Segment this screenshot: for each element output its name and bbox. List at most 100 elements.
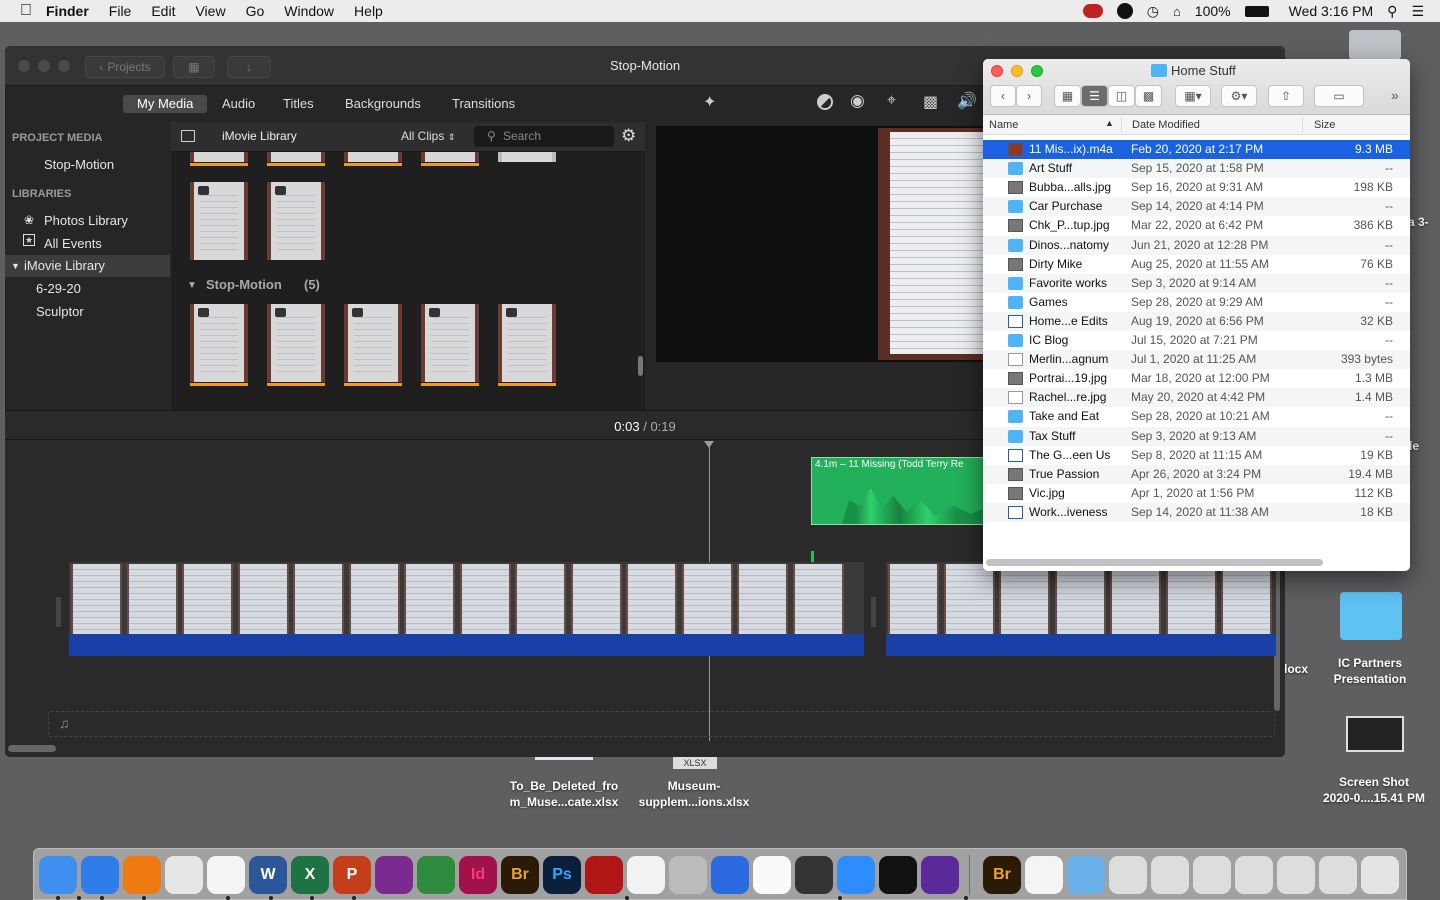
file-row[interactable]: Merlin...agnum Jul 1, 2020 at 11:25 AM 393… (983, 350, 1410, 370)
battery-icon[interactable] (1244, 5, 1269, 17)
desktop-folder-icon[interactable] (1340, 592, 1402, 640)
xcode-icon[interactable] (711, 856, 749, 894)
file-row[interactable]: Work...iveness Sep 14, 2020 at 11:38 AM 18… (983, 502, 1410, 522)
music-well[interactable]: ♫ (48, 711, 1275, 737)
photos-icon[interactable] (207, 856, 245, 894)
zoom-button[interactable] (58, 60, 70, 72)
close-button[interactable] (18, 60, 30, 72)
desktop-partial-label-2[interactable]: le (1409, 438, 1439, 454)
screenshot-icon[interactable] (1319, 856, 1357, 894)
forward-button[interactable]: › (1016, 85, 1042, 107)
sage-icon[interactable] (417, 856, 455, 894)
sidebar-item-imovie-library[interactable]: ▼ iMovie Library (5, 255, 170, 277)
stabilization-icon[interactable]: ▩ (923, 92, 938, 112)
close-button[interactable] (991, 65, 1003, 77)
menu-go[interactable]: Go (236, 3, 275, 19)
view-columns-button[interactable]: ◫ (1108, 85, 1135, 107)
desktop-ic-partners-label[interactable]: IC Partners Presentation (1315, 655, 1425, 687)
excel-icon[interactable]: X (291, 856, 329, 894)
tags-button[interactable]: ▭ (1314, 85, 1364, 107)
terminal-icon[interactable] (879, 856, 917, 894)
sidebar-item-event-1[interactable]: 6-29-20 (5, 278, 170, 300)
money-app-icon[interactable] (795, 856, 833, 894)
file-row[interactable]: Portrai...19.jpg Mar 18, 2020 at 12:00 PM… (983, 369, 1410, 388)
file-row[interactable]: Favorite works Sep 3, 2020 at 9:14 AM -- (983, 273, 1410, 293)
battery-percent[interactable]: 100% (1195, 3, 1231, 19)
file-row[interactable]: IC Blog Jul 15, 2020 at 7:21 PM -- (983, 331, 1410, 350)
desktop-file1-label[interactable]: To_Be_Deleted_fro m_Muse...cate.xlsx (495, 778, 633, 810)
menu-app-name[interactable]: Finder (42, 3, 99, 19)
file-row[interactable]: Bubba...alls.jpg Sep 16, 2020 at 9:31 AM 1… (983, 178, 1410, 197)
view-icons-button[interactable]: ▦ (1054, 85, 1081, 107)
textedit-icon[interactable] (627, 856, 665, 894)
group-button[interactable]: ▦▾ (1175, 85, 1211, 107)
audio-clip[interactable]: 4.1m – 11 Missing (Todd Terry Re (811, 457, 986, 525)
time-machine-icon[interactable]: ◷ (1147, 3, 1159, 20)
safari-icon[interactable] (81, 856, 119, 894)
column-name[interactable]: Name (989, 119, 1018, 131)
column-size[interactable]: Size (1314, 119, 1335, 131)
clip-thumbnail[interactable] (267, 152, 325, 166)
screenshot-icon[interactable] (1235, 856, 1273, 894)
media-import-button[interactable]: ▦ (173, 56, 215, 78)
clip-trim-handle[interactable] (56, 597, 61, 627)
tab-titles[interactable]: Titles (269, 95, 328, 113)
desktop-disk-icon[interactable] (1349, 30, 1401, 60)
minimize-button[interactable] (38, 60, 50, 72)
file-row[interactable]: Chk_P...tup.jpg Mar 22, 2020 at 6:42 PM 38… (983, 216, 1410, 235)
import-button[interactable]: ↓ (227, 56, 271, 78)
business-app-icon[interactable] (375, 856, 413, 894)
view-gallery-button[interactable]: ▩ (1135, 85, 1162, 107)
acrobat-icon[interactable] (585, 856, 623, 894)
firefox-icon[interactable] (123, 856, 161, 894)
desktop-partial-label-1[interactable]: a 3- (1408, 214, 1440, 230)
tab-transitions[interactable]: Transitions (438, 95, 529, 113)
clip-thumbnail[interactable] (498, 152, 556, 162)
clip-thumbnail[interactable] (344, 152, 402, 166)
gear-icon[interactable]: ⚙ (621, 126, 636, 146)
finder-scrollbar[interactable] (986, 559, 1323, 566)
apple-icon[interactable]:  (0, 2, 42, 20)
photo-thumbnail[interactable] (190, 182, 248, 260)
video-clip[interactable] (69, 562, 864, 656)
menu-edit[interactable]: Edit (141, 3, 185, 19)
file-row[interactable]: Home...e Edits Aug 19, 2020 at 6:56 PM 32 … (983, 311, 1410, 331)
file-row[interactable]: Tax Stuff Sep 3, 2020 at 9:13 AM -- (983, 426, 1410, 446)
screenshot-icon[interactable] (1277, 856, 1315, 894)
menu-file[interactable]: File (99, 3, 142, 19)
menu-view[interactable]: View (185, 3, 235, 19)
word-icon[interactable]: W (249, 856, 287, 894)
sidebar-item-photos-library[interactable]: Photos Library (5, 210, 170, 232)
desktop-file2-label[interactable]: Museum- supplem...ions.xlsx (630, 778, 758, 810)
powerpoint-icon[interactable]: P (333, 856, 371, 894)
file-row[interactable]: Vic.jpg Apr 1, 2020 at 1:56 PM 112 KB (983, 484, 1410, 503)
group-disclosure-icon[interactable]: ▼ (187, 280, 197, 291)
clip-thumbnail[interactable] (421, 152, 479, 166)
calculator-icon[interactable] (669, 856, 707, 894)
sidebar-item-stop-motion[interactable]: Stop-Motion (5, 154, 170, 176)
notification-center-icon[interactable]: ☰ (1411, 3, 1424, 20)
photo-thumbnail[interactable] (421, 304, 479, 386)
desktop-screenshot-thumb[interactable] (1346, 716, 1404, 752)
wifi-icon[interactable]: ⌂ (1173, 4, 1181, 19)
search-input[interactable]: ⚲ Search (474, 126, 614, 147)
crop-icon[interactable]: ⌖ (887, 92, 896, 110)
file-row[interactable]: Dirty Mike Aug 25, 2020 at 11:55 AM 76 KB (983, 255, 1410, 274)
video-clip[interactable] (886, 562, 1276, 656)
color-balance-icon[interactable] (817, 94, 833, 110)
applications-folder-icon[interactable] (1067, 856, 1105, 894)
photo-thumbnail[interactable] (267, 182, 325, 260)
browser-scrollbar[interactable] (638, 356, 643, 376)
trash-icon[interactable] (1361, 856, 1399, 894)
minimize-button[interactable] (1011, 65, 1023, 77)
grammarly-icon[interactable] (1116, 3, 1133, 19)
desktop-screenshot-label[interactable]: Screen Shot 2020-0....15.41 PM (1310, 774, 1438, 806)
creative-cloud-icon[interactable] (1082, 4, 1103, 18)
toolbar-overflow-icon[interactable]: » (1391, 87, 1399, 103)
indesign-icon[interactable]: Id (459, 856, 497, 894)
volume-icon[interactable]: 🔊 (957, 91, 977, 111)
file-row[interactable]: Games Sep 28, 2020 at 9:29 AM -- (983, 293, 1410, 312)
photo-thumbnail[interactable] (344, 304, 402, 386)
menu-window[interactable]: Window (274, 3, 344, 19)
file-row[interactable]: The G...een Us Sep 8, 2020 at 11:15 AM 19 … (983, 446, 1410, 465)
